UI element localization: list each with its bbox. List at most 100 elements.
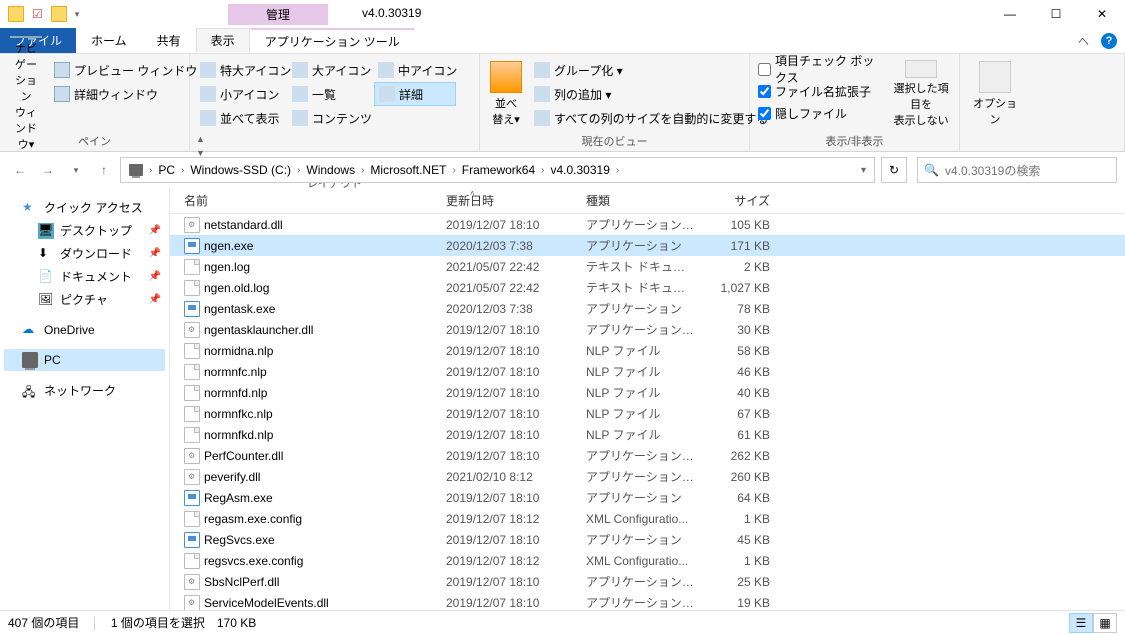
app-tools-tab[interactable]: アプリケーション ツール [250,28,415,53]
column-header-size[interactable]: サイズ [702,188,778,213]
sidebar-item-quick-access[interactable]: ★クイック アクセス [4,196,165,219]
list-row[interactable]: normnfc.nlp2019/12/07 18:10NLP ファイル46 KB [170,361,1125,382]
tiles-view-button[interactable]: 並べて表示 [196,106,284,130]
file-date: 2019/12/07 18:10 [438,323,578,337]
sidebar-item-network[interactable]: 🖧ネットワーク [4,379,165,402]
list-row[interactable]: normidna.nlp2019/12/07 18:10NLP ファイル58 K… [170,340,1125,361]
sort-button[interactable]: 並べ替え▾ [486,58,526,130]
chevron-right-icon[interactable]: › [297,165,300,176]
file-type: XML Configuratio... [578,512,702,526]
share-tab[interactable]: 共有 [142,28,196,53]
small-icons-button[interactable]: 小アイコン [196,82,284,106]
preview-pane-button[interactable]: プレビュー ウィンドウ [50,58,201,82]
sidebar-item-pc[interactable]: PC [4,349,165,371]
sidebar-item-downloads[interactable]: ⬇ダウンロード📌 [4,242,165,265]
home-tab[interactable]: ホーム [76,28,142,53]
history-dropdown-icon[interactable]: ▾ [64,158,88,182]
list-row[interactable]: regsvcs.exe.config2019/12/07 18:12XML Co… [170,550,1125,571]
column-header-name[interactable]: 名前 [176,188,438,213]
list-row[interactable]: ngen.log2021/05/07 22:42テキスト ドキュメント2 KB [170,256,1125,277]
chevron-right-icon[interactable]: › [361,165,364,176]
qat-dropdown-icon[interactable]: ▾ [75,9,80,20]
item-checkboxes-toggle[interactable]: 項目チェック ボックス [756,58,885,80]
checkbox-icon[interactable]: ☑ [32,7,43,21]
list-row[interactable]: ngen.exe2020/12/03 7:38アプリケーション171 KB [170,235,1125,256]
breadcrumb[interactable]: › PC› Windows-SSD (C:)› Windows› Microso… [120,157,875,183]
collapse-ribbon-icon[interactable]: へ [1078,33,1089,49]
list-view-button[interactable]: 一覧 [288,82,370,106]
chevron-right-icon[interactable]: › [149,165,152,176]
details-pane-button[interactable]: 詳細ウィンドウ [50,82,201,106]
list-row[interactable]: ngentasklauncher.dll2019/12/07 18:10アプリケ… [170,319,1125,340]
group-by-button[interactable]: グループ化 ▾ [530,58,772,82]
file-date: 2019/12/07 18:10 [438,575,578,589]
breadcrumb-item[interactable]: v4.0.30319 [546,161,613,179]
file-date: 2019/12/07 18:12 [438,554,578,568]
list-row[interactable]: RegSvcs.exe2019/12/07 18:10アプリケーション45 KB [170,529,1125,550]
help-icon[interactable]: ? [1101,33,1117,49]
quick-access-toolbar: ☑ ▾ [0,6,79,22]
navigation-pane[interactable]: ★クイック アクセス 🖥デスクトップ📌 ⬇ダウンロード📌 📄ドキュメント📌 🖼ピ… [0,188,170,630]
thumbnails-view-toggle[interactable]: ▦ [1093,613,1117,633]
large-icons-button[interactable]: 大アイコン [288,58,370,82]
navigation-pane-button[interactable]: ナビゲーション ウィンドウ▾ [6,58,46,130]
list-row[interactable]: netstandard.dll2019/12/07 18:10アプリケーション拡… [170,214,1125,235]
size-all-columns-button[interactable]: すべての列のサイズを自動的に変更する [530,106,772,130]
breadcrumb-item[interactable]: Framework64 [458,161,539,179]
search-box[interactable]: 🔍 v4.0.30319の検索 [917,157,1117,183]
add-columns-button[interactable]: 列の追加 ▾ [530,82,772,106]
close-button[interactable]: ✕ [1079,0,1125,28]
list-row[interactable]: normnfd.nlp2019/12/07 18:10NLP ファイル40 KB [170,382,1125,403]
breadcrumb-item[interactable]: PC [154,161,179,179]
chevron-right-icon[interactable]: › [616,165,619,176]
breadcrumb-item[interactable]: Windows [302,161,359,179]
list-row[interactable]: ngen.old.log2021/05/07 22:42テキスト ドキュメント1… [170,277,1125,298]
column-header-type[interactable]: 種類 [578,188,702,213]
file-type: アプリケーション [578,237,702,254]
layout-scroll-up-icon[interactable]: ▲ [196,134,210,144]
view-tab[interactable]: 表示 [196,28,250,53]
list-row[interactable]: PerfCounter.dll2019/12/07 18:10アプリケーション拡… [170,445,1125,466]
list-row[interactable]: normnfkd.nlp2019/12/07 18:10NLP ファイル61 K… [170,424,1125,445]
refresh-button[interactable]: ↻ [881,157,907,183]
file-size: 19 KB [702,596,778,610]
details-view-button[interactable]: 詳細 [374,82,456,106]
back-button[interactable]: ← [8,158,32,182]
list-row[interactable]: SbsNclPerf.dll2019/12/07 18:10アプリケーション拡張… [170,571,1125,592]
medium-icons-button[interactable]: 中アイコン [374,58,456,82]
breadcrumb-item[interactable]: Windows-SSD (C:) [186,161,295,179]
hide-selected-button[interactable]: 選択した項目を 表示しない [889,58,953,130]
sidebar-item-desktop[interactable]: 🖥デスクトップ📌 [4,219,165,242]
file-extensions-toggle[interactable]: ファイル名拡張子 [756,80,885,102]
details-view-toggle[interactable]: ☰ [1069,613,1093,633]
list-row[interactable]: ngentask.exe2020/12/03 7:38アプリケーション78 KB [170,298,1125,319]
up-button[interactable]: ↑ [92,158,116,182]
minimize-button[interactable]: — [987,0,1033,28]
breadcrumb-dropdown-icon[interactable]: ▾ [861,165,870,176]
list-row[interactable]: peverify.dll2021/02/10 8:12アプリケーション拡張260… [170,466,1125,487]
file-type: アプリケーション拡張 [578,447,702,464]
file-date: 2019/12/07 18:10 [438,491,578,505]
maximize-button[interactable]: ☐ [1033,0,1079,28]
content-view-button[interactable]: コンテンツ [288,106,370,130]
forward-button[interactable]: → [36,158,60,182]
chevron-right-icon[interactable]: › [541,165,544,176]
file-date: 2021/05/07 22:42 [438,281,578,295]
breadcrumb-root-icon[interactable] [125,162,147,178]
file-type-icon [184,448,200,464]
list-row[interactable]: regasm.exe.config2019/12/07 18:12XML Con… [170,508,1125,529]
list-row[interactable]: normnfkc.nlp2019/12/07 18:10NLP ファイル67 K… [170,403,1125,424]
sidebar-item-pictures[interactable]: 🖼ピクチャ📌 [4,288,165,311]
list-body[interactable]: netstandard.dll2019/12/07 18:10アプリケーション拡… [170,214,1125,630]
file-size: 64 KB [702,491,778,505]
column-header-date[interactable]: 更新日時 [438,188,578,213]
sidebar-item-documents[interactable]: 📄ドキュメント📌 [4,265,165,288]
extra-large-icons-button[interactable]: 特大アイコン [196,58,284,82]
list-row[interactable]: RegAsm.exe2019/12/07 18:10アプリケーション64 KB [170,487,1125,508]
chevron-right-icon[interactable]: › [181,165,184,176]
sidebar-item-onedrive[interactable]: ☁OneDrive [4,319,165,341]
hidden-items-toggle[interactable]: 隠しファイル [756,102,885,124]
breadcrumb-item[interactable]: Microsoft.NET [366,161,450,179]
options-button[interactable]: オプション [966,58,1024,130]
chevron-right-icon[interactable]: › [452,165,455,176]
